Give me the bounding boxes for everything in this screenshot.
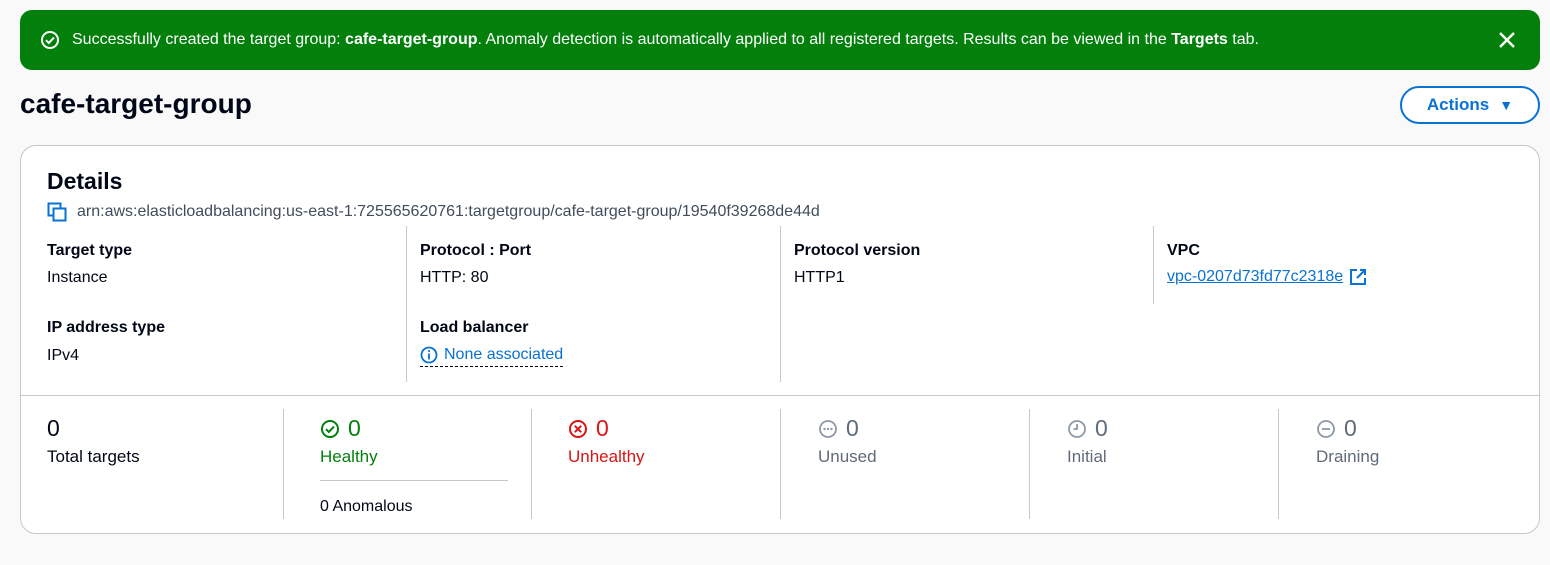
stat-draining: 0 Draining [1278, 409, 1527, 519]
actions-label: Actions [1426, 95, 1490, 114]
details-column-4: VPC vpc-0207d73fd77c2318e [1153, 226, 1514, 304]
arn-row: arn:aws:elasticloadbalancing:us-east-1:7… [47, 202, 820, 222]
stat-healthy: 0 Healthy 0 Anomalous [283, 409, 532, 519]
draining-count-row: 0 [1316, 415, 1357, 442]
unused-count-row: 0 [818, 415, 859, 442]
unhealthy-count: 0 [596, 415, 609, 441]
ip-address-type-value: IPv4 [47, 347, 80, 364]
stat-total-targets: 0 Total targets [21, 409, 283, 519]
unhealthy-count-row: 0 [568, 415, 609, 442]
stat-initial: 0 Initial [1029, 409, 1278, 519]
load-balancer-label: Load balancer [420, 319, 529, 336]
close-icon[interactable] [1496, 29, 1518, 51]
load-balancer-link[interactable]: None associated [420, 346, 564, 367]
info-icon [420, 346, 438, 364]
copy-icon[interactable] [47, 202, 67, 222]
unused-count: 0 [846, 415, 859, 441]
success-flash-banner: Successfully created the target group: c… [20, 10, 1540, 70]
details-card: Details arn:aws:elasticloadbalancing:us-… [20, 145, 1540, 534]
vpc-value: vpc-0207d73fd77c2318e [1167, 268, 1344, 285]
external-link-icon [1349, 268, 1367, 286]
x-circle-icon [568, 419, 588, 439]
vpc-link[interactable]: vpc-0207d73fd77c2318e [1167, 268, 1367, 286]
details-column-2: Protocol : Port HTTP: 80 Load balancer N… [406, 226, 780, 382]
details-column-3: Protocol version HTTP1 [780, 226, 1154, 382]
protocol-version-value: HTTP1 [794, 269, 845, 286]
actions-button[interactable]: Actions ▼ [1400, 86, 1540, 124]
healthy-label: Healthy [320, 447, 378, 466]
check-circle-icon [320, 419, 340, 439]
initial-label: Initial [1067, 447, 1107, 466]
target-type-value: Instance [47, 269, 108, 286]
target-type-label: Target type [47, 242, 133, 259]
unhealthy-label: Unhealthy [568, 447, 645, 466]
protocol-port-value: HTTP: 80 [420, 269, 489, 286]
ellipsis-circle-icon [818, 419, 838, 439]
initial-count: 0 [1095, 415, 1108, 441]
check-circle-icon [40, 30, 60, 50]
details-column-1: Target type Instance IP address type IPv… [47, 226, 407, 382]
stat-unused: 0 Unused [780, 409, 1029, 519]
ip-address-type-label: IP address type [47, 319, 165, 336]
unused-label: Unused [818, 447, 877, 466]
clock-icon [1067, 419, 1087, 439]
caret-down-icon: ▼ [1499, 97, 1514, 113]
anomalous-divider [320, 480, 508, 481]
total-targets-count: 0 [47, 415, 60, 441]
protocol-version-label: Protocol version [794, 242, 921, 259]
flash-message: Successfully created the target group: c… [72, 31, 1259, 48]
page-title: cafe-target-group [20, 88, 252, 119]
anomalous-count: 0 Anomalous [320, 498, 413, 515]
stat-unhealthy: 0 Unhealthy [531, 409, 780, 519]
load-balancer-value: None associated [444, 346, 564, 363]
minus-circle-icon [1316, 419, 1336, 439]
protocol-port-label: Protocol : Port [420, 242, 532, 259]
details-heading: Details [47, 168, 123, 194]
vpc-label: VPC [1167, 242, 1200, 259]
total-targets-label: Total targets [47, 447, 140, 466]
draining-count: 0 [1344, 415, 1357, 441]
arn-value: arn:aws:elasticloadbalancing:us-east-1:7… [77, 203, 820, 220]
healthy-count: 0 [348, 415, 361, 441]
initial-count-row: 0 [1067, 415, 1108, 442]
details-divider [21, 395, 1539, 396]
draining-label: Draining [1316, 447, 1380, 466]
healthy-count-row: 0 [320, 415, 361, 442]
